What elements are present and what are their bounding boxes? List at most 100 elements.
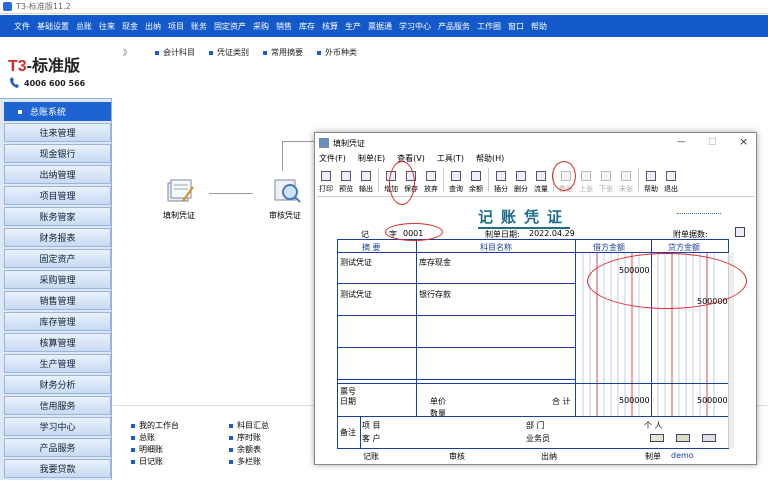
- row-1-summary[interactable]: 测试凭证: [340, 257, 372, 268]
- minimize-button[interactable]: —: [677, 137, 686, 147]
- nav-item-financial-reports[interactable]: 财务报表: [4, 228, 111, 247]
- link-account-summary[interactable]: 科目汇总: [229, 420, 269, 431]
- link-currency-types[interactable]: 外币种类: [317, 47, 357, 58]
- nav-item-financial-analysis[interactable]: 财务分析: [4, 375, 111, 394]
- dialog-menu-tools[interactable]: 工具(T): [437, 153, 464, 164]
- quantity-label: 数量: [430, 409, 446, 418]
- customer-label: 客 户: [362, 434, 381, 443]
- voucher-date[interactable]: 2022.04.29: [529, 229, 575, 238]
- window-title: T3-标准版11.2: [16, 2, 71, 11]
- nav-item-cash-bank[interactable]: 现金银行: [4, 144, 111, 163]
- delete-line-button[interactable]: 删分: [512, 166, 530, 194]
- exit-button[interactable]: 退出: [662, 166, 680, 194]
- export-button[interactable]: 输出: [357, 166, 375, 194]
- nav-item-costing-mgmt[interactable]: 核算管理: [4, 333, 111, 352]
- menu-item-learning[interactable]: 学习中心: [399, 21, 431, 32]
- nav-item-loans[interactable]: 我要贷款: [4, 459, 111, 478]
- nav-item-finance-steward[interactable]: 账务管家: [4, 207, 111, 226]
- nav-item-inventory-mgmt[interactable]: 库存管理: [4, 312, 111, 331]
- link-general-ledger[interactable]: 总账: [131, 432, 155, 443]
- print-button[interactable]: 打印: [317, 166, 335, 194]
- close-button[interactable]: ×: [739, 135, 748, 148]
- product-logo: T3-标准版 4006 600 566: [0, 37, 112, 99]
- menu-item-basic-settings[interactable]: 基础设置: [37, 21, 69, 32]
- nav-item-fixed-assets[interactable]: 固定资产: [4, 249, 111, 268]
- menu-item-file[interactable]: 文件: [14, 21, 30, 32]
- link-common-summaries[interactable]: 常用摘要: [263, 47, 303, 58]
- menu-item-sales[interactable]: 销售: [276, 21, 292, 32]
- menu-item-fixed-assets[interactable]: 固定资产: [214, 21, 246, 32]
- link-detail-ledger[interactable]: 明细账: [131, 444, 163, 455]
- insert-line-button[interactable]: 插分: [492, 166, 510, 194]
- menu-item-project[interactable]: 项目: [168, 21, 184, 32]
- menu-item-inventory[interactable]: 库存: [299, 21, 315, 32]
- bookkeeper-label: 记账: [363, 452, 379, 461]
- link-voucher-types[interactable]: 凭证类别: [209, 47, 249, 58]
- reference-icon-1[interactable]: [650, 434, 664, 442]
- fill-voucher-icon[interactable]: [165, 177, 195, 205]
- undo-icon: [426, 171, 436, 181]
- expand-arrows-icon[interactable]: 》: [123, 47, 131, 58]
- nav-item-credit-service[interactable]: 信用服务: [4, 396, 111, 415]
- bullet-icon: [229, 435, 233, 440]
- annotation-circle-number: [385, 223, 443, 241]
- brand-name: T3-标准版: [8, 58, 81, 75]
- row-1-account[interactable]: 库存现金: [419, 257, 451, 268]
- unit-price-label: 单价: [430, 397, 446, 406]
- dialog-menu-edit[interactable]: 制单(E): [358, 153, 385, 164]
- menu-item-cashier[interactable]: 出纳: [145, 21, 161, 32]
- nav-item-learning-center[interactable]: 学习中心: [4, 417, 111, 436]
- main-menubar: 文件 基础设置 总账 往来 现金 出纳 项目 账务 固定资产 采购 销售 库存 …: [0, 15, 768, 37]
- cash-flow-button[interactable]: 流量: [532, 166, 550, 194]
- link-balance-sheet[interactable]: 余额表: [229, 444, 261, 455]
- link-chronological-ledger[interactable]: 序时账: [229, 432, 261, 443]
- link-chart-of-accounts[interactable]: 会计科目: [155, 47, 195, 58]
- menu-item-cash[interactable]: 现金: [122, 21, 138, 32]
- nav-item-receivables-mgmt[interactable]: 往来管理: [4, 123, 111, 142]
- menu-item-finance[interactable]: 账务: [191, 21, 207, 32]
- query-button[interactable]: 查询: [447, 166, 465, 194]
- row-2-account[interactable]: 银行存款: [419, 289, 451, 300]
- header-summary: 摘 要: [362, 243, 381, 252]
- previous-icon: [581, 171, 591, 181]
- nav-item-project-mgmt[interactable]: 项目管理: [4, 186, 111, 205]
- help-button[interactable]: 帮助: [642, 166, 660, 194]
- nav-item-sales-mgmt[interactable]: 销售管理: [4, 291, 111, 310]
- menu-item-work-circle[interactable]: 工作圈: [477, 21, 501, 32]
- nav-item-purchase-mgmt[interactable]: 采购管理: [4, 270, 111, 289]
- calculator-icon[interactable]: [735, 227, 745, 237]
- balance-button[interactable]: 余额: [467, 166, 485, 194]
- menu-item-costing[interactable]: 核算: [322, 21, 338, 32]
- menu-item-purchase[interactable]: 采购: [253, 21, 269, 32]
- nav-item-cashier-mgmt[interactable]: 出纳管理: [4, 165, 111, 184]
- menu-item-help[interactable]: 帮助: [531, 21, 547, 32]
- row-2-summary[interactable]: 测试凭证: [340, 289, 372, 300]
- menu-item-production[interactable]: 生产: [345, 21, 361, 32]
- dialog-menu-file[interactable]: 文件(F): [319, 153, 346, 164]
- nav-header-gl-system[interactable]: 总账系统: [4, 102, 111, 121]
- reference-icon-2[interactable]: [676, 434, 690, 442]
- nav-item-product-service[interactable]: 产品服务: [4, 438, 111, 457]
- menu-item-receivables[interactable]: 往来: [99, 21, 115, 32]
- preview-button[interactable]: 预览: [337, 166, 355, 194]
- link-my-workbench[interactable]: 我的工作台: [131, 420, 179, 431]
- dialog-titlebar[interactable]: 填制凭证 — □ ×: [315, 133, 756, 153]
- nav-item-production-mgmt[interactable]: 生产管理: [4, 354, 111, 373]
- annotation-circle-add: [389, 161, 415, 205]
- menu-item-window[interactable]: 窗口: [508, 21, 524, 32]
- last-button[interactable]: 末张: [617, 166, 635, 194]
- link-journal[interactable]: 日记账: [131, 456, 163, 467]
- maximize-button[interactable]: □: [708, 137, 717, 147]
- fill-voucher-label[interactable]: 填制凭证: [163, 210, 195, 221]
- link-multi-column-ledger[interactable]: 多栏账: [229, 456, 261, 467]
- dialog-menu-help[interactable]: 帮助(H): [476, 153, 504, 164]
- review-voucher-icon[interactable]: [271, 176, 301, 204]
- next-button[interactable]: 下张: [597, 166, 615, 194]
- review-voucher-label[interactable]: 审核凭证: [269, 210, 301, 221]
- reference-icon-3[interactable]: [702, 434, 716, 442]
- previous-button[interactable]: 上张: [577, 166, 595, 194]
- menu-item-bills[interactable]: 票据通: [368, 21, 392, 32]
- discard-button[interactable]: 放弃: [422, 166, 440, 194]
- menu-item-general-ledger[interactable]: 总账: [76, 21, 92, 32]
- menu-item-product-service[interactable]: 产品服务: [438, 21, 470, 32]
